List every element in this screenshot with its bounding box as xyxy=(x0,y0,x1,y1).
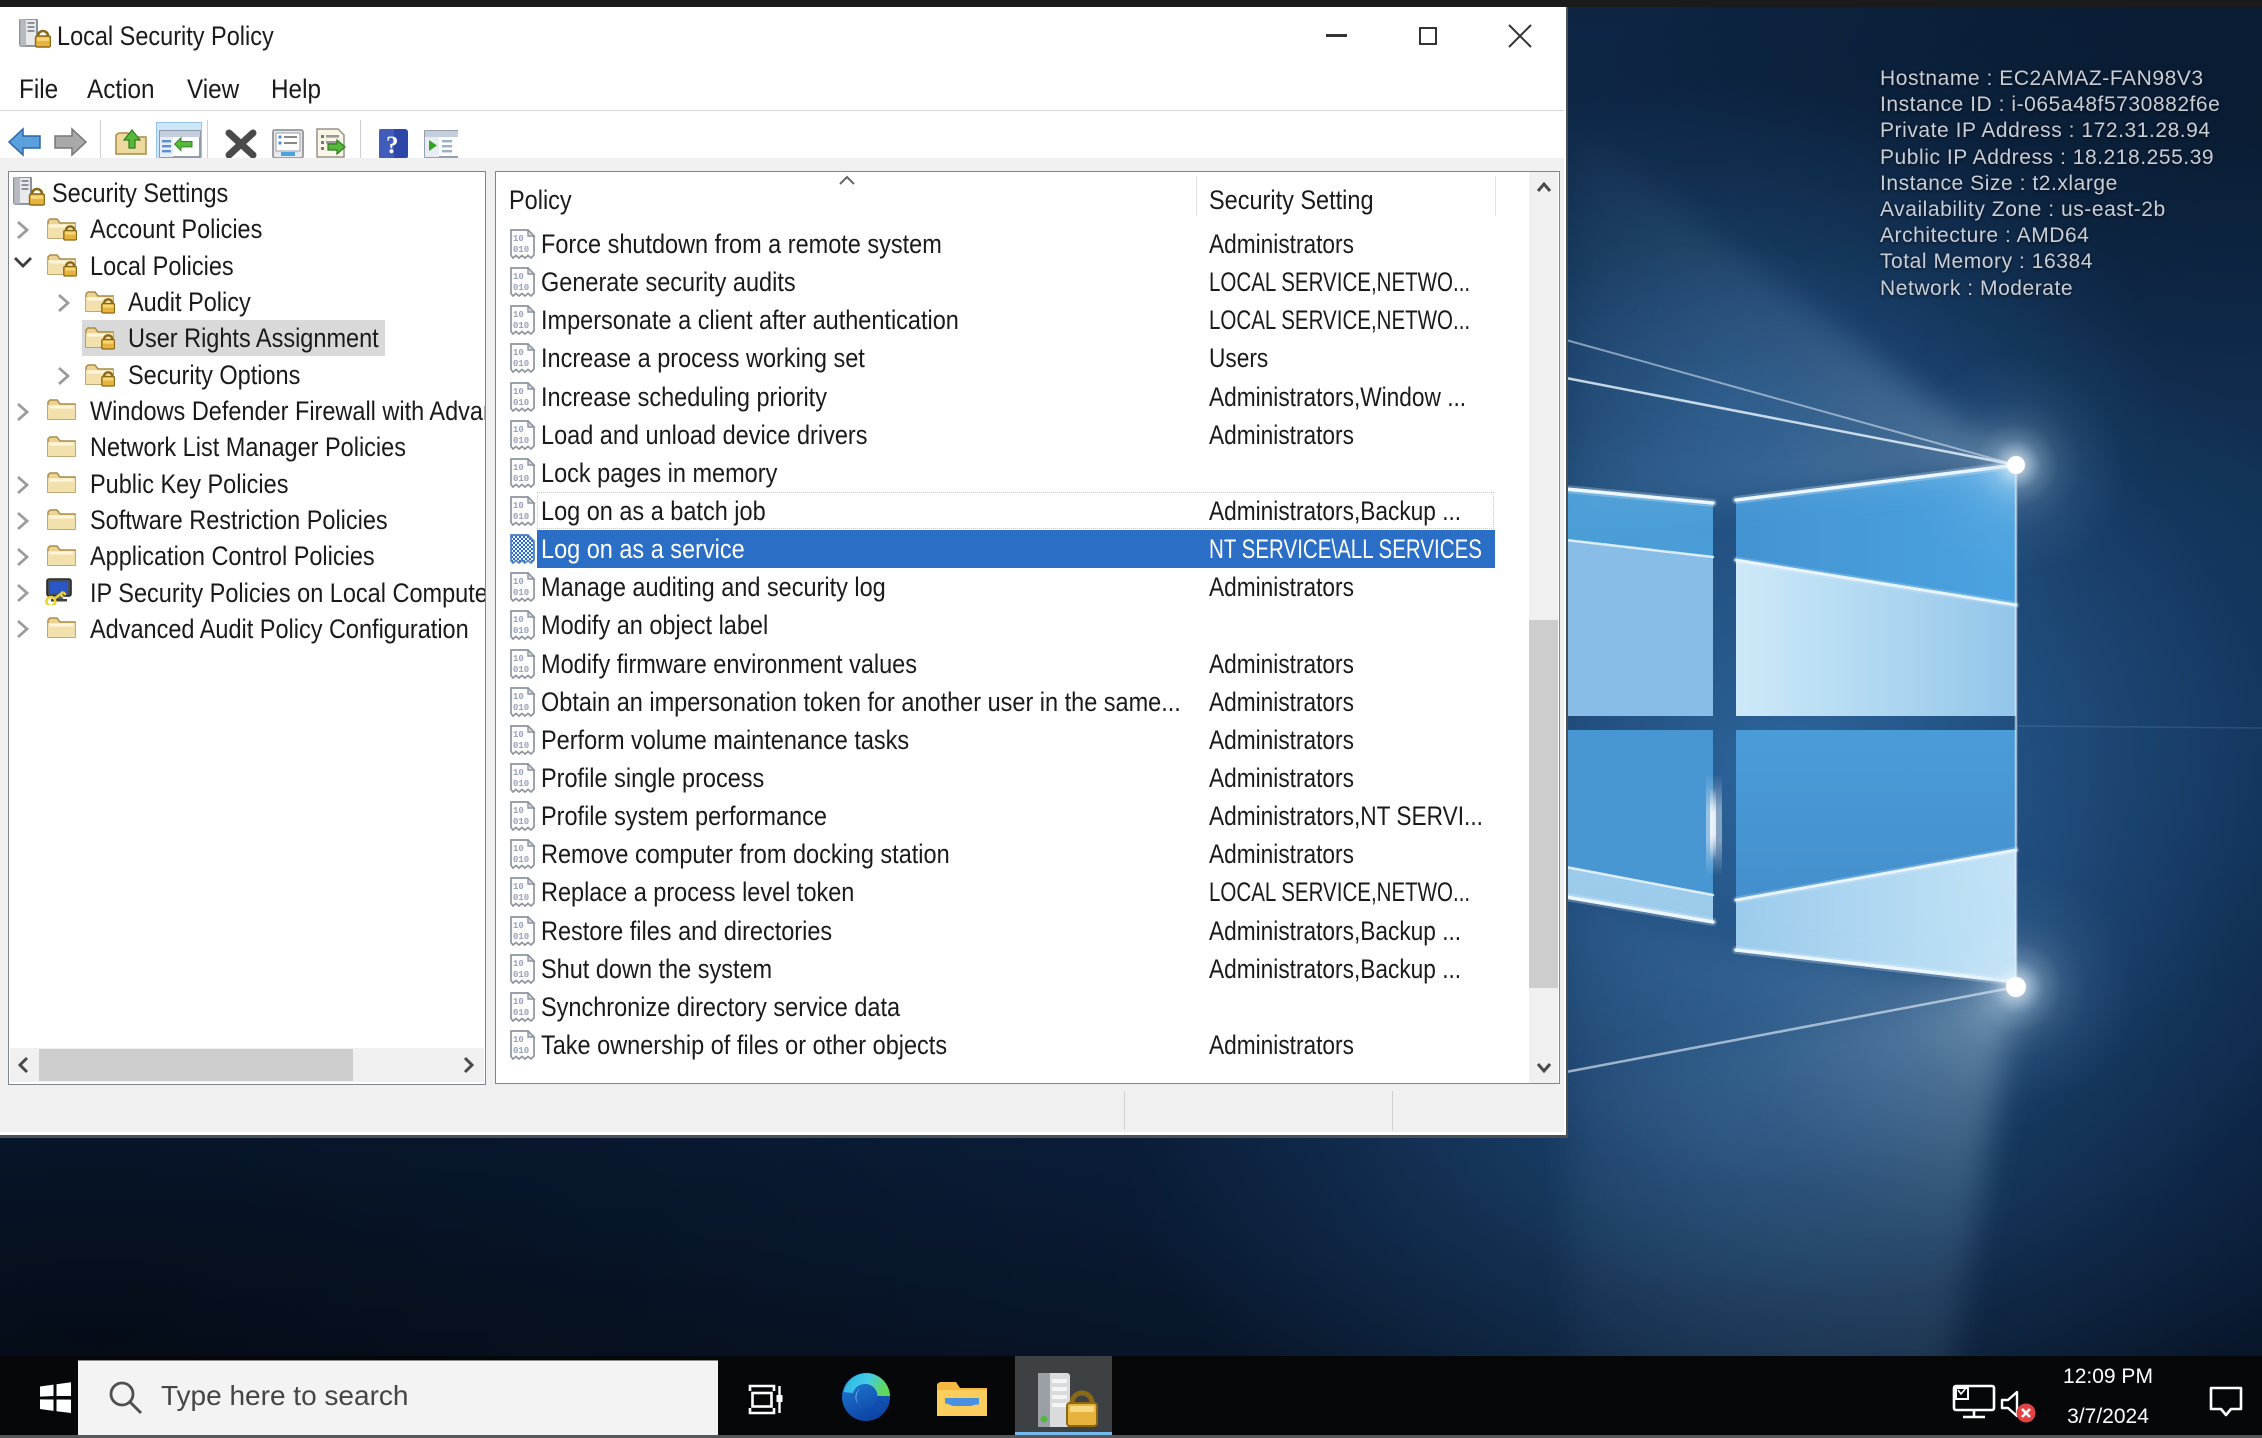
svg-text:?: ? xyxy=(386,132,399,159)
